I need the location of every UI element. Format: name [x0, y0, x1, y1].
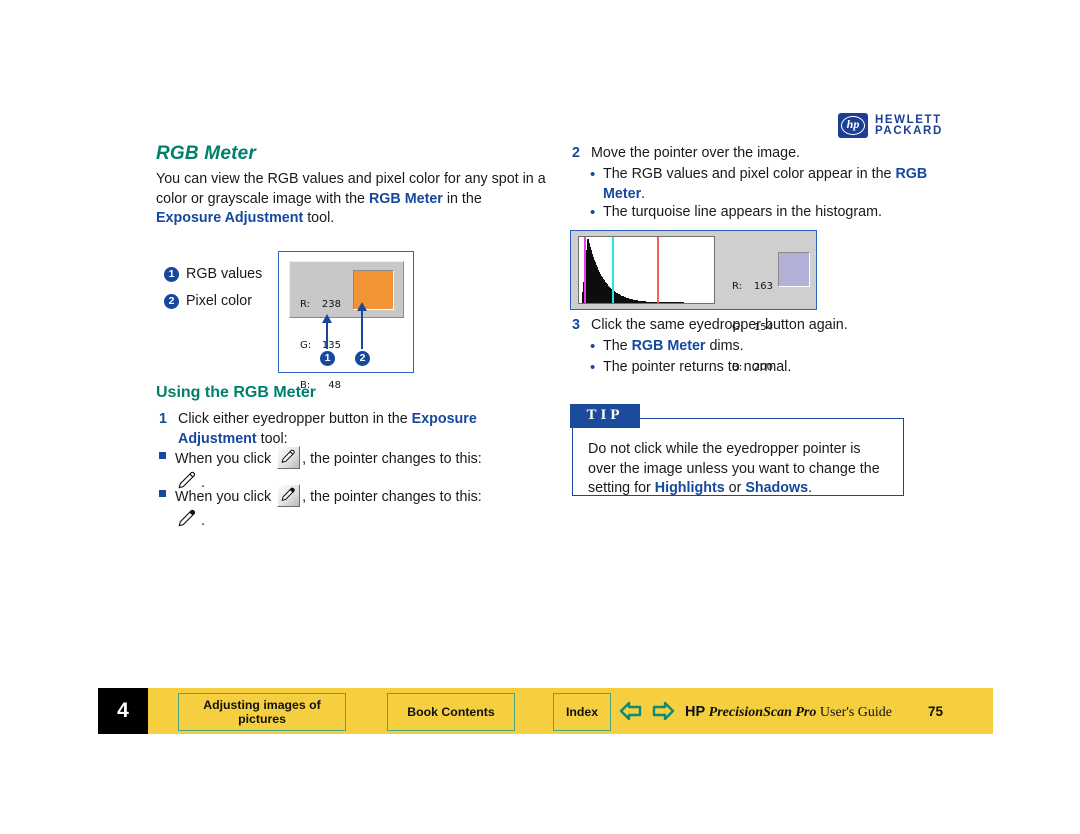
- step-3-bullet-1-text-b: dims.: [705, 338, 744, 354]
- rgb-label-r: R:: [300, 299, 311, 310]
- callout-arrow-2: [357, 302, 367, 349]
- intro-text-part2: in the: [442, 190, 482, 207]
- footer-button-section[interactable]: Adjusting images of pictures: [178, 693, 346, 731]
- histogram-line-cyan: [612, 237, 614, 303]
- step-3-bullet-2: • The pointer returns to normal.: [590, 358, 960, 378]
- step-2-bullet-2-text: The turquoise line appears in the histog…: [603, 204, 882, 220]
- tip-text-b: or: [724, 480, 746, 497]
- step-3-bullet-1-text-a: The: [603, 338, 632, 354]
- rgb-value-r: 238: [321, 299, 341, 310]
- step-2: 2 Move the pointer over the image.: [572, 144, 952, 164]
- step-3-bullet-1: • The RGB Meter dims.: [590, 337, 960, 357]
- hp-badge-icon: hp: [838, 113, 868, 138]
- step-2-text: Move the pointer over the image.: [591, 145, 801, 161]
- hp-wordmark: HEWLETT PACKARD: [875, 113, 943, 137]
- step-2-number: 2: [572, 145, 580, 161]
- histogram-plot: [578, 236, 715, 304]
- footer-brand-hp: HP: [685, 704, 706, 720]
- histogram-figure: R: 163 G: 154 B: 200: [570, 230, 817, 373]
- hp-wordmark-line1: HEWLETT: [875, 113, 942, 126]
- intro-term-rgb-meter: RGB Meter: [368, 190, 443, 207]
- rgb-meter-figure: R: 238 G: 135 B: 48 1 2: [278, 251, 414, 391]
- callout-legend-2: 2 Pixel color: [164, 293, 252, 309]
- previous-page-arrow-icon[interactable]: [618, 699, 644, 728]
- section-subtitle: Using the RGB Meter: [156, 384, 317, 401]
- dot-bullet-icon: •: [590, 166, 596, 183]
- bullet-1-text-after: , the pointer changes to this:: [302, 451, 482, 467]
- bullet-item-shadows: When you click , the pointer changes to …: [159, 484, 549, 532]
- step-1-text-a: Click either eyedropper button in the: [178, 411, 412, 427]
- histogram-pixel-swatch: [778, 252, 810, 287]
- next-page-arrow-icon[interactable]: [650, 699, 676, 728]
- step-3-bullet-1-term: RGB Meter: [631, 338, 706, 354]
- intro-text-part1: You can view the RGB values and pixel co…: [156, 171, 546, 207]
- step-1-text-b: tool:: [256, 430, 288, 447]
- dot-bullet-icon: •: [590, 359, 596, 376]
- footer-page-number: 75: [928, 704, 944, 719]
- step-2-bullet-1: • The RGB values and pixel color appear …: [590, 165, 960, 204]
- eyedropper-black-cursor-icon: [175, 508, 201, 532]
- callout-number-2: 2: [164, 293, 179, 309]
- footer-brand-suffix: User's Guide: [816, 705, 893, 720]
- footer-brand: HP PrecisionScan Pro User's Guide: [685, 704, 892, 721]
- histogram-line-magenta: [584, 237, 586, 303]
- square-bullet-icon: [159, 452, 166, 459]
- bullet-2-text-after: , the pointer changes to this:: [302, 489, 482, 505]
- intro-text-part3: tool.: [303, 210, 335, 227]
- dot-bullet-icon: •: [590, 204, 596, 221]
- hist-value-r: 163: [753, 281, 773, 292]
- step-1: 1 Click either eyedropper button in the …: [159, 410, 549, 449]
- hp-wordmark-line2: PACKARD: [875, 124, 943, 137]
- figure-marker-2: 2: [355, 348, 370, 366]
- footer-brand-product: PrecisionScan Pro: [708, 705, 817, 720]
- rgb-row-r: R: 238: [300, 298, 341, 312]
- tip-term-shadows: Shadows: [745, 480, 809, 497]
- callout-label-2: Pixel color: [186, 293, 252, 309]
- bullet-1-text-before: When you click: [175, 451, 276, 467]
- rgb-label-g: G:: [300, 339, 312, 351]
- document-page: hp HEWLETT PACKARD RGB Meter You can vie…: [0, 0, 1080, 834]
- square-bullet-icon: [159, 490, 166, 497]
- figure-marker-1: 1: [320, 348, 335, 366]
- footer-button-book-contents[interactable]: Book Contents: [387, 693, 515, 731]
- intro-paragraph: You can view the RGB values and pixel co…: [156, 170, 546, 229]
- step-2-bullet-1-text-b: .: [641, 185, 646, 202]
- page-title: RGB Meter: [156, 143, 256, 164]
- hist-row-r: R: 163: [732, 280, 773, 294]
- chapter-number: 4: [98, 688, 148, 734]
- bullet-2-period: .: [201, 513, 205, 529]
- bullet-2-text-before: When you click: [175, 489, 276, 505]
- callout-number-1: 1: [164, 266, 179, 282]
- tip-term-highlights: Highlights: [654, 480, 725, 497]
- callout-arrow-1: [322, 314, 332, 349]
- tip-text-c: .: [808, 480, 813, 497]
- tip-text: Do not click while the eyedropper pointe…: [588, 440, 888, 499]
- step-1-text: Click either eyedropper button in the Ex…: [178, 410, 549, 449]
- histogram-bars: [579, 237, 714, 303]
- eyedropper-black-icon[interactable]: [277, 484, 301, 507]
- rgb-meter-panel: R: 238 G: 135 B: 48: [289, 261, 404, 391]
- histogram-line-red: [657, 237, 659, 303]
- callout-legend-1: 1 RGB values: [164, 266, 262, 282]
- rgb-value-b: 48: [328, 380, 341, 391]
- intro-term-exposure-adjustment: Exposure Adjustment: [156, 210, 304, 227]
- hp-badge-text: hp: [841, 116, 865, 135]
- step-3-number: 3: [572, 317, 580, 333]
- dot-bullet-icon: •: [590, 338, 596, 355]
- figure-marker-1-number: 1: [320, 351, 335, 366]
- callout-label-1: RGB values: [186, 266, 263, 282]
- figure-marker-2-number: 2: [355, 351, 370, 366]
- eyedropper-white-icon[interactable]: [277, 446, 301, 469]
- footer-button-index[interactable]: Index: [553, 693, 611, 731]
- hp-logo: hp HEWLETT PACKARD: [838, 113, 943, 138]
- step-2-bullet-1-text-a: The RGB values and pixel color appear in…: [603, 166, 896, 182]
- step-1-number: 1: [159, 411, 167, 427]
- step-3-bullet-2-text: The pointer returns to normal.: [603, 359, 792, 375]
- tip-label: TIP: [570, 404, 640, 428]
- step-3: 3 Click the same eyedropper button again…: [572, 316, 952, 336]
- step-2-bullet-2: • The turquoise line appears in the hist…: [590, 203, 960, 223]
- step-3-text: Click the same eyedropper button again.: [591, 317, 848, 333]
- hist-label-r: R:: [732, 281, 743, 292]
